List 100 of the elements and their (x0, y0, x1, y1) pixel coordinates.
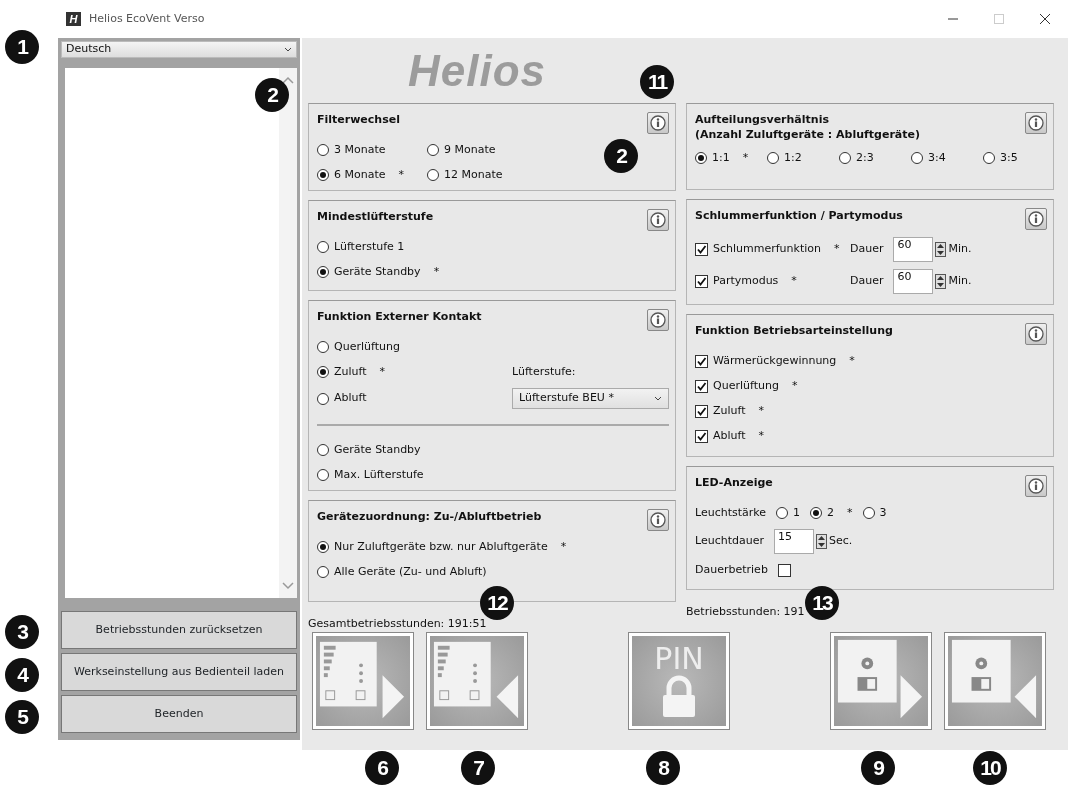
check-icon (696, 244, 707, 255)
checkbox-option[interactable]: Partymodus * (695, 273, 840, 290)
info-button[interactable] (1025, 323, 1047, 345)
level-dropdown[interactable]: Lüfterstufe BEU * (512, 388, 669, 409)
info-button[interactable] (1025, 208, 1047, 230)
checkbox[interactable] (695, 429, 708, 443)
spinner-icon[interactable] (935, 274, 947, 289)
number-field[interactable]: 60 (893, 269, 934, 294)
checkbox-option[interactable]: Querlüftung * (695, 377, 798, 395)
radio-option[interactable]: Max. Lüfterstufe (317, 466, 424, 484)
checkbox[interactable] (777, 563, 791, 577)
radio-option[interactable]: Geräte Standby * (317, 263, 440, 281)
app-logo: H (66, 12, 81, 26)
radio-button[interactable] (317, 566, 329, 578)
option-label: 3 (879, 504, 887, 521)
info-button[interactable] (647, 509, 669, 531)
checkbox[interactable] (695, 243, 708, 256)
field-label: Lüfterstufe: (512, 363, 576, 380)
radio-option[interactable]: Geräte Standby (317, 441, 421, 459)
option-label: Abluft (334, 390, 367, 407)
radio-button[interactable] (317, 241, 329, 253)
radio-button[interactable] (317, 266, 329, 278)
pin-label: PIN (654, 643, 704, 675)
checkbox[interactable] (695, 275, 708, 288)
radio-option[interactable]: Nur Zuluftgeräte bzw. nur Abluftgeräte * (317, 538, 567, 556)
checkbox[interactable] (695, 404, 708, 418)
language-dropdown[interactable]: Deutsch (61, 41, 297, 58)
radio-option[interactable]: 2:3 (839, 149, 901, 167)
radio-button[interactable] (427, 169, 439, 181)
radio-button[interactable] (317, 341, 329, 353)
radio-option[interactable]: 1 (776, 504, 801, 522)
info-button[interactable] (1025, 475, 1047, 497)
radio-option[interactable]: 2 * (810, 504, 853, 522)
radio-option[interactable]: Lüfterstufe 1 (317, 238, 405, 256)
scroll-down-icon[interactable] (282, 582, 294, 590)
radio-option[interactable]: 3 (862, 504, 887, 522)
radio-button[interactable] (810, 507, 823, 519)
default-marker: * (560, 538, 567, 555)
option-label: Nur Zuluftgeräte bzw. nur Abluftgeräte (334, 538, 548, 555)
radio-option[interactable]: 3:5 (983, 149, 1045, 167)
checkbox-option[interactable]: Schlummerfunktion * (695, 241, 840, 258)
radio-button[interactable] (317, 541, 329, 553)
checkbox-option[interactable]: Wärmerückgewinnung * (695, 352, 855, 370)
number-field[interactable]: 60 (893, 237, 934, 262)
option-label: 6 Monate (334, 166, 386, 183)
default-marker: * (398, 166, 404, 183)
radio-option[interactable]: Querlüftung (317, 338, 400, 356)
field-label: Min. (948, 273, 972, 290)
radio-option[interactable]: 6 Monate * (317, 166, 417, 184)
radio-option[interactable]: 1:1 * (695, 149, 757, 167)
radio-button[interactable] (862, 507, 875, 519)
radio-button[interactable] (427, 144, 439, 156)
spinner-icon[interactable] (816, 534, 827, 549)
scroll-up-icon[interactable] (282, 76, 294, 84)
radio-option[interactable]: Abluft (317, 390, 502, 407)
radio-button[interactable] (317, 469, 329, 481)
radio-option[interactable]: 12 Monate (427, 166, 503, 184)
radio-button[interactable] (983, 152, 995, 164)
info-button[interactable] (647, 209, 669, 231)
info-button[interactable] (647, 112, 669, 134)
info-button[interactable] (647, 309, 669, 331)
radio-option[interactable]: Zuluft * (317, 363, 502, 381)
field-label: Sec. (829, 533, 853, 550)
radio-button[interactable] (767, 152, 779, 164)
callout-marker: 6 (365, 751, 399, 785)
radio-button[interactable] (317, 144, 329, 156)
radio-option[interactable]: 9 Monate (427, 141, 496, 159)
radio-option[interactable]: 3:4 (911, 149, 973, 167)
toolbar-button[interactable] (834, 636, 928, 726)
radio-button[interactable] (317, 444, 329, 456)
toolbar-button[interactable] (948, 636, 1042, 726)
checkbox-option[interactable]: Zuluft * (695, 402, 765, 420)
scrollbar[interactable] (279, 68, 297, 598)
sidebar-button[interactable]: Betriebsstunden zurücksetzen (61, 611, 297, 649)
info-button[interactable] (1025, 112, 1047, 134)
radio-option[interactable]: 3 Monate (317, 141, 417, 159)
checkbox[interactable] (695, 379, 708, 393)
radio-button[interactable] (839, 152, 851, 164)
radio-button[interactable] (776, 507, 789, 519)
radio-button[interactable] (317, 392, 329, 405)
operating-hours-label: Betriebsstunden: 191 (686, 605, 805, 618)
caret-icon (654, 396, 662, 401)
spinner-icon[interactable] (935, 242, 947, 257)
radio-button[interactable] (317, 169, 329, 181)
checkbox-option[interactable]: Abluft * (695, 427, 765, 445)
radio-button[interactable] (695, 152, 707, 164)
field-label: Dauerbetrieb (695, 561, 768, 578)
sidebar-button[interactable]: Werkseinstellung aus Bedienteil laden (61, 653, 297, 691)
radio-button[interactable] (317, 366, 329, 378)
group-title: Mindestlüfterstufe (317, 209, 434, 224)
field-label: Min. (948, 241, 972, 258)
radio-option[interactable]: 1:2 (767, 149, 829, 167)
radio-button[interactable] (911, 152, 923, 164)
option-label: 1:1 (712, 149, 730, 166)
checkbox[interactable] (695, 354, 708, 368)
number-field[interactable]: 15 (774, 529, 814, 554)
sidebar-button[interactable]: Beenden (61, 695, 297, 733)
callout-marker: 7 (461, 751, 495, 785)
default-marker: * (742, 149, 749, 166)
option-label: Geräte Standby (334, 441, 421, 458)
